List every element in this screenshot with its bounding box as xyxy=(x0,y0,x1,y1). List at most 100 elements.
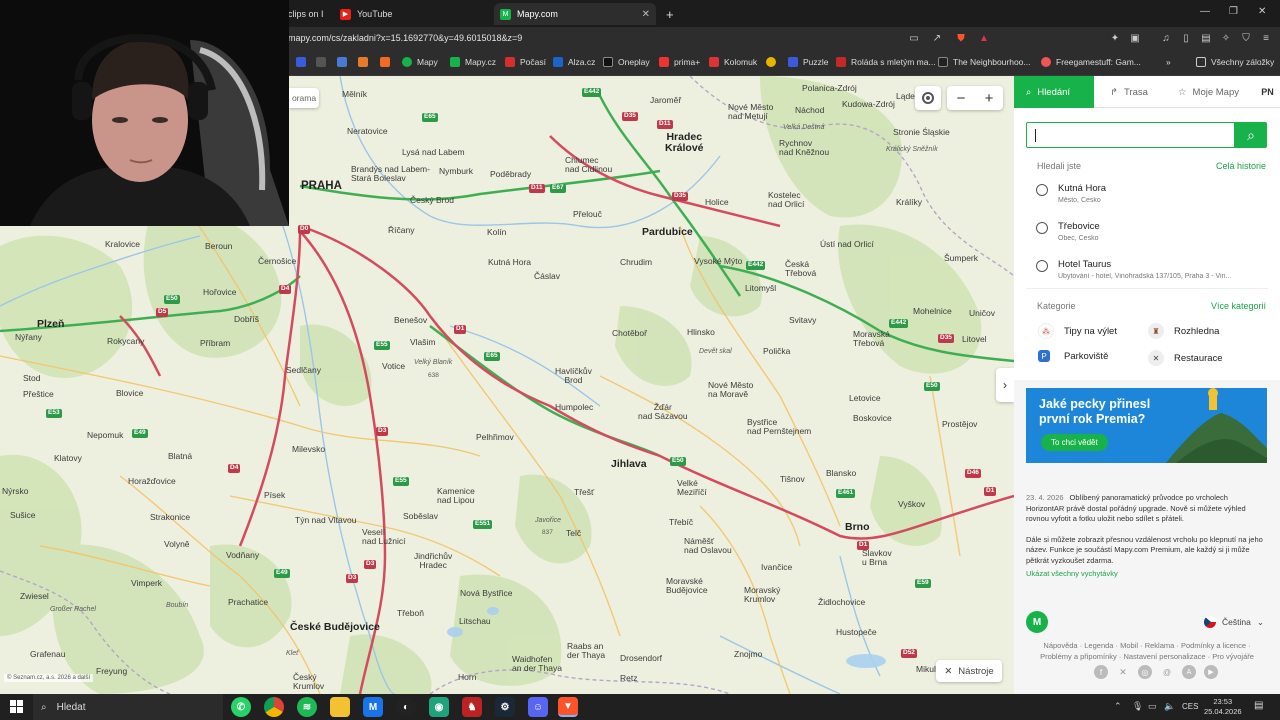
bookmark-mapy[interactable]: Mapy xyxy=(402,57,438,67)
screen-icon[interactable]: ▭ xyxy=(908,33,920,45)
github-icon[interactable]: ◐ xyxy=(396,697,416,717)
category-trips[interactable]: ⁂ Tipy na výlet xyxy=(1038,323,1117,339)
search-input[interactable] xyxy=(1026,122,1235,148)
premium-banner[interactable]: Jaké pecky přinesl první rok Premia? To … xyxy=(1026,388,1267,463)
category-parking[interactable]: P Parkoviště xyxy=(1038,350,1108,362)
footer-line-1[interactable]: Nápověda · Legenda · Mobil · Reklama · P… xyxy=(1014,640,1280,651)
peak-label: Velký Blaník xyxy=(414,359,453,366)
brave-rewards-icon[interactable]: ▲ xyxy=(978,33,990,45)
bookmark-icon-row[interactable] xyxy=(296,57,311,67)
instagram-icon[interactable]: ◎ xyxy=(1138,665,1152,679)
extensions-icon[interactable]: ✦ xyxy=(1109,33,1121,45)
whatsapp-icon[interactable]: ✆ xyxy=(231,697,251,717)
history-link[interactable]: Celá historie xyxy=(1216,161,1266,171)
steam-icon[interactable]: ⚙ xyxy=(495,697,515,717)
threads-icon[interactable]: @ xyxy=(1160,665,1174,679)
brave-shield-icon[interactable]: ⛊ xyxy=(955,33,967,45)
app-m-icon[interactable]: M xyxy=(363,697,383,717)
bookmark-neighbourhood[interactable]: The Neighbourhoo... xyxy=(938,57,1031,67)
all-bookmarks[interactable]: Všechny záložky xyxy=(1196,57,1274,67)
tab-search[interactable]: ⌕ Hledání xyxy=(1014,76,1094,108)
bookmark-kolomuk[interactable]: Kolomuk xyxy=(709,57,757,67)
spotify-icon[interactable]: ≋ xyxy=(297,697,317,717)
bookmark-puzzle[interactable]: Puzzle xyxy=(788,57,829,67)
bookmarks-overflow-icon[interactable]: » xyxy=(1166,57,1171,67)
bookmark-mapy-cz[interactable]: Mapy.cz xyxy=(450,57,496,67)
banner-title: Jaké pecky přinesl první rok Premia? xyxy=(1039,397,1151,426)
music-icon[interactable]: ♫ xyxy=(1160,33,1172,45)
url-field[interactable]: mapy.com/cs/zakladni?x=15.1692770&y=49.6… xyxy=(288,33,522,43)
close-tab-icon[interactable]: ✕ xyxy=(642,9,650,20)
sidebar-icon[interactable]: ▯ xyxy=(1180,33,1192,45)
avatar[interactable]: PN xyxy=(1255,76,1280,108)
reader-icon[interactable]: ▤ xyxy=(1200,33,1212,45)
share-icon[interactable]: ↗ xyxy=(931,33,943,45)
chrome-icon[interactable] xyxy=(264,697,284,717)
search-submit-button[interactable]: ⌕ xyxy=(1235,122,1267,148)
bookmark-icon-row[interactable] xyxy=(316,57,331,67)
bookmark-chrome[interactable] xyxy=(766,57,781,67)
categories-link[interactable]: Více kategorií xyxy=(1211,301,1266,311)
close-window-icon[interactable]: ✕ xyxy=(1258,6,1266,17)
app-red-icon[interactable]: ♞ xyxy=(462,697,482,717)
bookmark-alza[interactable]: Alza.cz xyxy=(553,57,595,67)
vpn-icon[interactable]: ⛉ xyxy=(1240,33,1252,45)
category-lookout[interactable]: ♜ Rozhledna xyxy=(1148,323,1219,339)
minimize-icon[interactable]: — xyxy=(1200,6,1210,17)
locate-me-button[interactable] xyxy=(915,86,941,110)
tab-route[interactable]: ↱ Trasa xyxy=(1110,76,1148,108)
banner-button[interactable]: To chci vědět xyxy=(1041,434,1108,451)
history-icon xyxy=(1036,260,1048,272)
tray-overflow-icon[interactable]: ⌃ xyxy=(1114,701,1122,712)
collapse-panel-button[interactable]: › xyxy=(996,368,1014,402)
volume-icon[interactable]: 🔈 xyxy=(1164,701,1175,712)
restore-icon[interactable]: ❐ xyxy=(1229,6,1238,17)
facebook-icon[interactable]: f xyxy=(1094,665,1108,679)
menu-icon[interactable]: ≡ xyxy=(1260,33,1272,45)
footer-line-2[interactable]: Problémy a připomínky · Nastavení person… xyxy=(1014,651,1280,662)
category-restaurant[interactable]: ✕ Restaurace xyxy=(1148,350,1223,366)
tools-button[interactable]: ✕ Nástroje xyxy=(936,660,1002,682)
zoom-out-button[interactable]: − xyxy=(957,90,966,107)
wallet-icon[interactable]: ▣ xyxy=(1129,33,1141,45)
bookmark-prima[interactable]: prima+ xyxy=(659,57,700,67)
language-select[interactable]: Čeština ⌄ xyxy=(1204,616,1264,628)
panorama-button[interactable]: orama xyxy=(289,88,319,108)
news-link[interactable]: Ukázat všechny vychytávky xyxy=(1026,569,1268,580)
windows-start-icon[interactable] xyxy=(10,700,23,713)
clock[interactable]: 23:53 25.04.2026 xyxy=(1204,697,1242,717)
town-label: Mohelnice xyxy=(913,306,952,316)
tab-youtube[interactable]: ▶ YouTube xyxy=(334,3,492,25)
app-green-icon[interactable]: ◉ xyxy=(429,697,449,717)
microphone-icon[interactable]: 🎙 xyxy=(1132,701,1143,712)
leo-icon[interactable]: ✧ xyxy=(1220,33,1232,45)
zoom-in-button[interactable]: + xyxy=(985,90,994,107)
chevron-down-icon: ⌄ xyxy=(1256,616,1264,627)
tab-my-maps[interactable]: ☆ Moje Mapy xyxy=(1178,76,1239,108)
history-item[interactable]: Třebovice Obec, Česko xyxy=(1036,221,1268,242)
bookmark-oneplay[interactable]: Oneplay xyxy=(603,57,650,67)
taskbar-search[interactable]: ⌕ Hledat xyxy=(33,694,223,720)
brave-icon[interactable]: ▼ xyxy=(558,697,578,717)
discord-icon[interactable]: ☺ xyxy=(528,697,548,717)
bookmark-rolada[interactable]: Roláda s mletým ma... xyxy=(836,57,936,67)
language-indicator[interactable]: CES xyxy=(1182,702,1198,711)
googleplay-icon[interactable]: ▶ xyxy=(1204,665,1218,679)
bookmark-icon-row[interactable] xyxy=(337,57,352,67)
tab-mapy[interactable]: M Mapy.com ✕ xyxy=(494,3,656,25)
tab-clips[interactable]: clips on I xyxy=(282,3,332,25)
notifications-icon[interactable]: ▤ xyxy=(1254,700,1263,711)
history-item[interactable]: Hotel Taurus Ubytování - hotel, Vinohrads… xyxy=(1036,259,1268,280)
x-icon[interactable]: ✕ xyxy=(1116,665,1130,679)
file-explorer-icon[interactable] xyxy=(330,697,350,717)
town-label: Prachatice xyxy=(228,597,269,607)
bookmark-pocasi[interactable]: Počasí xyxy=(505,57,546,67)
bookmark-icon-row[interactable] xyxy=(380,57,395,67)
new-tab-button[interactable]: + xyxy=(660,3,680,25)
network-icon[interactable]: ▭ xyxy=(1148,701,1157,712)
appstore-icon[interactable]: A xyxy=(1182,665,1196,679)
town-label: Klatovy xyxy=(54,453,82,463)
bookmark-icon-row[interactable] xyxy=(358,57,373,67)
bookmark-freegamestuff[interactable]: Freegamestuff: Gam... xyxy=(1041,57,1141,67)
history-item[interactable]: Kutná Hora Město, Česko xyxy=(1036,183,1268,204)
